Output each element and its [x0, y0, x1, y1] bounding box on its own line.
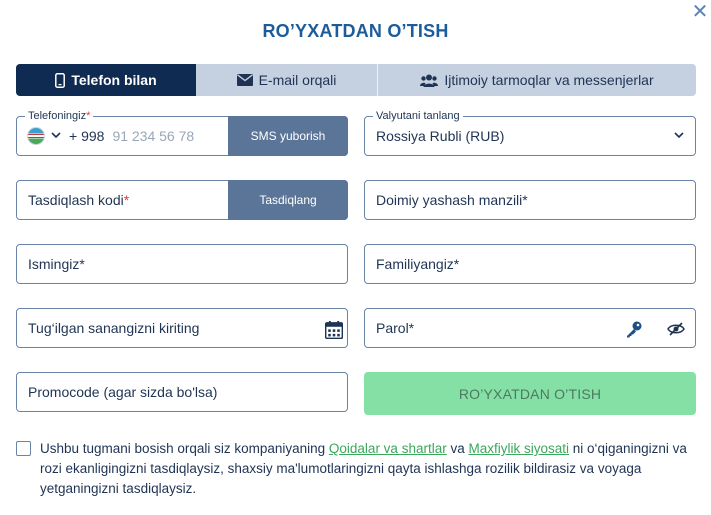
close-icon[interactable]: ✕ — [690, 2, 710, 23]
tab-phone[interactable]: Telefon bilan — [16, 64, 196, 96]
currency-value: Rossiya Rubli (RUB) — [376, 128, 505, 144]
last-name-input[interactable]: Familiyangiz* — [376, 245, 459, 283]
first-name-input[interactable]: Ismingiz* — [28, 245, 85, 283]
address-field[interactable]: Doimiy yashash manzili* — [364, 180, 696, 220]
birthdate-input[interactable]: Tug‘ilgan sanangizni kiriting — [28, 309, 199, 347]
promo-field[interactable]: Promocode (agar sizda bo'lsa) — [16, 372, 348, 412]
last-name-field[interactable]: Familiyangiz* — [364, 244, 696, 284]
confirm-code-field[interactable]: Tasdiqlash kodi* Tasdiqlang — [16, 180, 348, 220]
address-input[interactable]: Doimiy yashash manzili* — [376, 181, 528, 219]
tab-email[interactable]: E-mail orqali — [196, 64, 378, 96]
phone-input[interactable]: 91 234 56 78 — [112, 128, 194, 144]
password-input[interactable]: Parol* — [376, 309, 414, 347]
tab-phone-label: Telefon bilan — [71, 72, 157, 88]
chevron-down-icon[interactable] — [51, 131, 61, 142]
first-name-field[interactable]: Ismingiz* — [16, 244, 348, 284]
agreement-text: Ushbu tugmani bosish orqali siz kompaniy… — [16, 439, 706, 499]
calendar-icon[interactable] — [325, 321, 343, 339]
key-icon[interactable] — [625, 320, 643, 338]
promo-input[interactable]: Promocode (agar sizda bo'lsa) — [28, 373, 217, 411]
phone-icon — [55, 72, 66, 88]
register-button[interactable]: RO’YXATDAN O’TISH — [364, 372, 696, 415]
tab-social[interactable]: Ijtimoiy tarmoqlar va messenjerlar — [378, 64, 696, 96]
agreement-part2: va — [446, 441, 469, 456]
birthdate-field[interactable]: Tug‘ilgan sanangizni kiriting — [16, 308, 348, 348]
tab-email-label: E-mail orqali — [258, 72, 337, 88]
country-code: + 998 — [69, 128, 105, 144]
confirm-code-input[interactable]: Tasdiqlash kodi* — [28, 181, 129, 219]
privacy-link[interactable]: Maxfiylik siyosati — [468, 441, 569, 456]
eye-slash-icon[interactable] — [667, 320, 685, 338]
confirm-button[interactable]: Tasdiqlang — [228, 180, 348, 220]
agreement-part1: Ushbu tugmani bosish orqali siz kompaniy… — [40, 441, 329, 456]
uzbekistan-flag-icon[interactable] — [27, 127, 45, 145]
tab-social-label: Ijtimoiy tarmoqlar va messenjerlar — [444, 72, 654, 88]
registration-tabs: Telefon bilan E-mail orqali Ijtimoiy tar… — [16, 64, 696, 96]
phone-field[interactable]: Telefoningiz* + 998 91 234 56 78 SMS yub… — [16, 109, 348, 156]
password-field[interactable]: Parol* — [364, 308, 696, 348]
terms-link[interactable]: Qoidalar va shartlar — [329, 441, 447, 456]
currency-select[interactable]: Valyutani tanlang Rossiya Rubli (RUB) — [364, 109, 696, 156]
chevron-down-icon — [674, 132, 684, 139]
users-icon — [420, 74, 439, 87]
envelope-icon — [236, 74, 253, 86]
send-sms-button[interactable]: SMS yuborish — [228, 116, 348, 156]
page-title: RO’YXATDAN O’TISH — [262, 21, 449, 41]
